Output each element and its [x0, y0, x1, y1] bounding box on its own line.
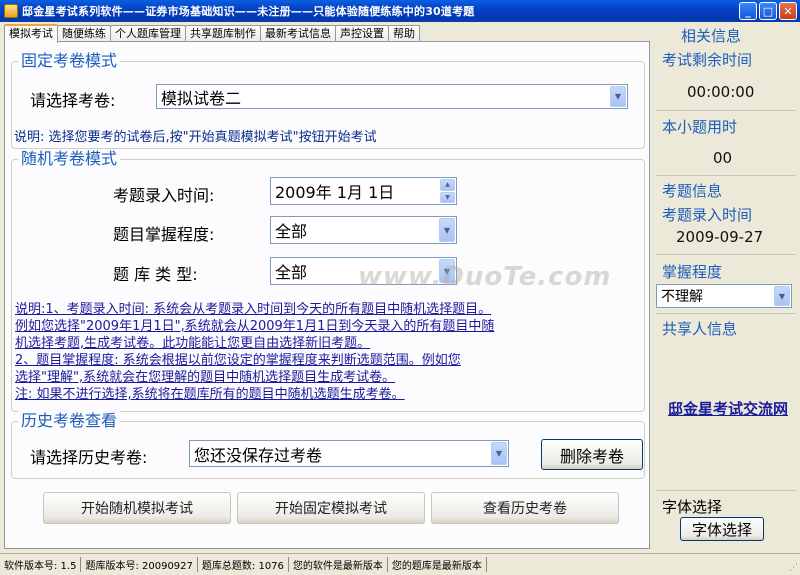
software-status: 您的软件是最新版本: [289, 557, 388, 572]
tab-strip: 模拟考试 随便练练 个人题库管理 共享题库制作 最新考试信息 声控设置 帮助: [4, 24, 420, 43]
start-random-exam-button[interactable]: 开始随机模拟考试: [43, 492, 231, 524]
remaining-time-label: 考试剩余时间: [662, 51, 753, 69]
fixed-mode-group: 固定考卷模式 请选择考卷: 模拟试卷二 ▼ 说明: 选择您要考的试卷后,按"开始…: [11, 51, 645, 149]
chevron-down-icon[interactable]: ▼: [491, 442, 507, 465]
question-time-value: 00: [713, 149, 733, 167]
total-questions: 题库总题数: 1076: [198, 557, 289, 572]
mastery-select[interactable]: 全部 ▼: [270, 216, 457, 244]
software-version: 软件版本号: 1.5: [0, 557, 82, 572]
history-select-value: 您还没保存过考卷: [194, 445, 323, 465]
sidebar-mastery-label: 掌握程度: [662, 263, 723, 281]
resize-grip-icon[interactable]: ⋰: [789, 563, 798, 573]
tab-mock-exam[interactable]: 模拟考试: [4, 24, 58, 43]
close-button[interactable]: ✕: [779, 2, 797, 20]
description-line: 2、题目掌握程度: 系统会根据以前您设定的掌握程度来判断选题范围。例如您: [15, 353, 461, 368]
question-time-label: 本小题用时: [662, 118, 738, 136]
bank-status: 您的题库是最新版本: [388, 557, 487, 572]
chevron-down-icon[interactable]: ▼: [439, 218, 455, 242]
bank-version: 题库版本号: 20090927: [81, 557, 198, 572]
divider: [656, 175, 796, 176]
window-title: 邸金星考试系列软件——证券市场基础知识——未注册——只能体验随便练练中的30道考…: [22, 5, 475, 18]
spin-down-icon[interactable]: ▼: [440, 191, 455, 203]
date-spinner[interactable]: ▲ ▼: [440, 179, 455, 203]
entry-time-label: 考题录入时间: [662, 206, 753, 224]
status-bar: 软件版本号: 1.5 题库版本号: 20090927 题库总题数: 1076 您…: [0, 553, 800, 575]
tab-voice-settings[interactable]: 声控设置: [335, 25, 389, 42]
tab-casual-practice[interactable]: 随便练练: [57, 25, 111, 42]
spin-up-icon[interactable]: ▲: [440, 179, 455, 191]
paper-select-label: 请选择考卷:: [30, 91, 116, 110]
description-line: 机选择考题,生成考试卷。此功能能让您更自由选择新旧考题。: [15, 336, 371, 351]
description-line: 选择"理解",系统就会在您理解的题目中随机选择题目生成考试卷。: [15, 370, 396, 385]
chevron-down-icon[interactable]: ▼: [774, 286, 790, 306]
mock-exam-panel: 固定考卷模式 请选择考卷: 模拟试卷二 ▼ 说明: 选择您要考的试卷后,按"开始…: [4, 41, 650, 549]
tab-personal-bank[interactable]: 个人题库管理: [110, 25, 186, 42]
app-icon: [4, 4, 18, 18]
fixed-mode-note: 说明: 选择您要考的试卷后,按"开始真题模拟考试"按钮开始考试: [14, 130, 377, 145]
font-select-button[interactable]: 字体选择: [680, 517, 764, 541]
mastery-value: 全部: [275, 222, 308, 241]
history-title: 历史考卷查看: [18, 411, 121, 431]
mastery-label: 题目掌握程度:: [113, 225, 215, 244]
paper-select[interactable]: 模拟试卷二 ▼: [156, 84, 628, 109]
history-group: 历史考卷查看 请选择历史考卷: 您还没保存过考卷 ▼ 删除考卷: [11, 411, 645, 479]
date-label: 考题录入时间:: [113, 186, 215, 205]
maximize-button[interactable]: □: [759, 2, 777, 20]
window-controls: _ □ ✕: [739, 2, 797, 20]
bank-type-value: 全部: [275, 263, 308, 282]
divider: [656, 490, 796, 491]
history-select-label: 请选择历史考卷:: [30, 448, 148, 467]
chevron-down-icon[interactable]: ▼: [610, 86, 626, 107]
delete-paper-button[interactable]: 删除考卷: [541, 439, 643, 470]
divider: [656, 313, 796, 314]
related-info-heading: 相关信息: [681, 27, 742, 45]
description-line: 说明:1、考题录入时间: 系统会从考题录入时间到今天的所有题目中随机选择题目。: [15, 302, 492, 317]
description-line: 注: 如果不进行选择,系统将在题库所有的题目中随机选题生成考卷。: [15, 387, 405, 402]
title-bar: 邸金星考试系列软件——证券市场基础知识——未注册——只能体验随便练练中的30道考…: [0, 0, 800, 22]
tab-help[interactable]: 帮助: [388, 25, 420, 42]
sidebar-mastery-select[interactable]: 不理解 ▼: [656, 284, 792, 308]
entry-time-value: 2009-09-27: [676, 228, 764, 246]
divider: [656, 254, 796, 255]
minimize-button[interactable]: _: [739, 2, 757, 20]
watermark: www.DuoTe.com: [358, 262, 612, 292]
exchange-site-link[interactable]: 邸金星考试交流网: [660, 399, 796, 419]
description-line: 例如您选择"2009年1月1日",系统就会从2009年1月1日到今天录入的所有题…: [15, 319, 495, 334]
fixed-mode-title: 固定考卷模式: [18, 51, 121, 71]
bank-type-label: 题 库 类 型:: [113, 265, 198, 284]
start-fixed-exam-button[interactable]: 开始固定模拟考试: [237, 492, 425, 524]
tab-shared-bank[interactable]: 共享题库制作: [185, 25, 261, 42]
tab-latest-info[interactable]: 最新考试信息: [260, 25, 336, 42]
divider: [656, 110, 796, 111]
info-sidebar: 相关信息 考试剩余时间 00:00:00 本小题用时 00 考题信息 考题录入时…: [652, 22, 800, 552]
paper-select-value: 模拟试卷二: [161, 88, 242, 108]
remaining-time-value: 00:00:00: [687, 83, 755, 101]
view-history-button[interactable]: 查看历史考卷: [431, 492, 619, 524]
sidebar-mastery-value: 不理解: [661, 289, 703, 305]
date-picker[interactable]: 2009年 1月 1日 ▲ ▼: [270, 177, 457, 205]
history-select[interactable]: 您还没保存过考卷 ▼: [189, 440, 509, 467]
random-mode-title: 随机考卷模式: [18, 149, 121, 169]
question-info-label: 考题信息: [662, 182, 723, 200]
sharer-info-label: 共享人信息: [662, 320, 738, 338]
font-select-label: 字体选择: [662, 498, 723, 516]
random-mode-description: 说明:1、考题录入时间: 系统会从考题录入时间到今天的所有题目中随机选择题目。 …: [15, 301, 595, 403]
date-value: 2009年 1月 1日: [275, 183, 395, 202]
